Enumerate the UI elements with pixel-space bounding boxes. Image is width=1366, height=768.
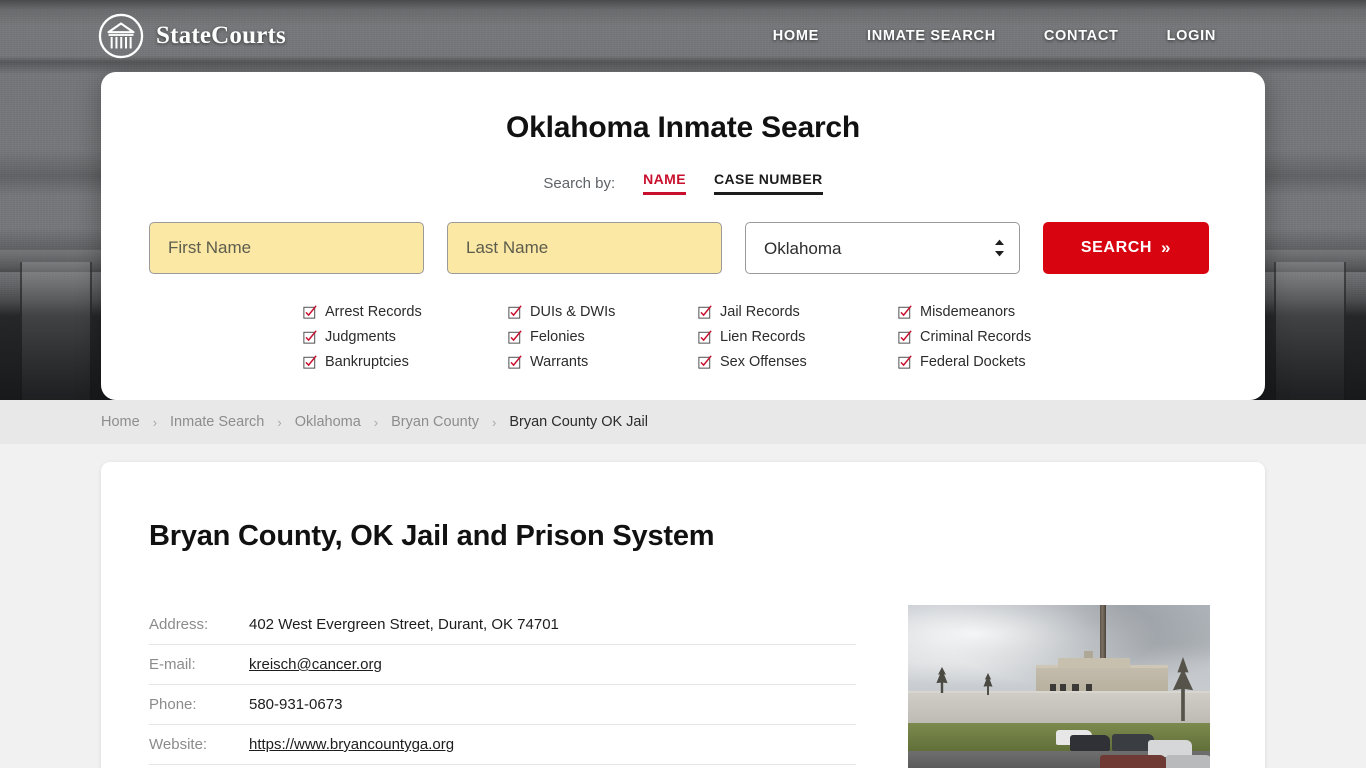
record-type-list: Arrest Records DUIs & DWIs Jail Records … xyxy=(303,304,1063,370)
photo-car xyxy=(1166,755,1210,768)
record-type-label: Jail Records xyxy=(720,304,800,320)
info-label: Website: xyxy=(149,736,208,753)
record-type-label: DUIs & DWIs xyxy=(530,304,616,320)
double-chevron-right-icon: » xyxy=(1161,238,1172,257)
record-type-item[interactable]: Judgments xyxy=(303,329,508,345)
email-link[interactable]: kreisch@cancer.org xyxy=(249,656,382,673)
search-button-label: SEARCH xyxy=(1080,239,1153,256)
state-select[interactable]: Oklahoma xyxy=(745,222,1020,274)
facility-photo xyxy=(908,605,1210,768)
breadcrumb-item-current: Bryan County OK Jail xyxy=(509,414,648,430)
search-by-label: Search by: xyxy=(543,175,616,192)
record-type-item[interactable]: Arrest Records xyxy=(303,304,508,320)
search-form-row: Oklahoma SEARCH » xyxy=(149,222,1217,274)
checkbox-checked-icon xyxy=(898,305,912,319)
tab-name[interactable]: NAME xyxy=(643,171,686,195)
photo-car xyxy=(1100,755,1166,768)
record-type-label: Lien Records xyxy=(720,329,806,345)
checkbox-checked-icon xyxy=(698,330,712,344)
breadcrumb: Home › Inmate Search › Oklahoma › Bryan … xyxy=(101,414,648,430)
record-type-label: Criminal Records xyxy=(920,329,1032,345)
page-title: Bryan County, OK Jail and Prison System xyxy=(149,520,715,552)
table-row: Address: 402 West Evergreen Street, Dura… xyxy=(149,605,856,645)
record-type-item[interactable]: Jail Records xyxy=(698,304,898,320)
brand-name: StateCourts xyxy=(156,22,286,49)
inmate-search-card: Oklahoma Inmate Search Search by: NAME C… xyxy=(101,72,1265,400)
info-label: Address: xyxy=(149,616,209,633)
checkbox-checked-icon xyxy=(698,355,712,369)
record-type-label: Arrest Records xyxy=(325,304,422,320)
record-type-item[interactable]: DUIs & DWIs xyxy=(508,304,698,320)
checkbox-checked-icon xyxy=(898,355,912,369)
tab-case-number[interactable]: CASE NUMBER xyxy=(713,171,823,195)
search-button[interactable]: SEARCH » xyxy=(1043,222,1209,274)
checkbox-checked-icon xyxy=(508,330,522,344)
record-type-label: Warrants xyxy=(530,354,589,370)
nav-item-contact[interactable]: CONTACT xyxy=(1044,28,1119,44)
record-type-label: Felonies xyxy=(530,329,585,345)
breadcrumb-item-inmate-search[interactable]: Inmate Search xyxy=(170,414,264,430)
table-row: Phone: 580-931-0673 xyxy=(149,685,856,725)
record-type-label: Sex Offenses xyxy=(720,354,807,370)
top-navigation-bar: StateCourts HOME INMATE SEARCH CONTACT L… xyxy=(0,0,1366,72)
record-type-item[interactable]: Bankruptcies xyxy=(303,354,508,370)
table-row: Website: https://www.bryancountyga.org xyxy=(149,725,856,765)
record-type-item[interactable]: Felonies xyxy=(508,329,698,345)
info-label: E-mail: xyxy=(149,656,196,673)
brand-logo-link[interactable]: StateCourts xyxy=(98,13,286,59)
info-label: Facebook: xyxy=(149,765,249,768)
info-value-address: 402 West Evergreen Street, Durant, OK 74… xyxy=(249,616,559,633)
record-type-label: Federal Dockets xyxy=(920,354,1026,370)
breadcrumb-item-bryan-county[interactable]: Bryan County xyxy=(391,414,479,430)
table-row: Facebook: https://www.facebook.com/pages… xyxy=(149,765,856,768)
info-value-facebook: https://www.facebook.com/pages/Bryan-Cou… xyxy=(249,765,856,768)
hero-column-decoration xyxy=(1274,262,1346,400)
search-by-tabs: Search by: NAME CASE NUMBER xyxy=(149,171,1217,195)
state-select-wrapper: Oklahoma xyxy=(745,222,1020,274)
record-type-item[interactable]: Federal Dockets xyxy=(898,354,1063,370)
breadcrumb-item-oklahoma[interactable]: Oklahoma xyxy=(295,414,361,430)
info-value-website: https://www.bryancountyga.org xyxy=(249,725,856,765)
record-type-label: Misdemeanors xyxy=(920,304,1016,320)
hero-section: COURTHOUSE StateCourts HOME INMAT xyxy=(0,0,1366,400)
breadcrumb-item-home[interactable]: Home xyxy=(101,414,140,430)
record-type-label: Bankruptcies xyxy=(325,354,409,370)
facility-info-table: Address: 402 West Evergreen Street, Dura… xyxy=(149,605,856,768)
first-name-input[interactable] xyxy=(149,222,424,274)
search-card-title: Oklahoma Inmate Search xyxy=(505,111,861,144)
facility-content-card: Bryan County, OK Jail and Prison System … xyxy=(101,462,1265,768)
record-type-item[interactable]: Criminal Records xyxy=(898,329,1063,345)
checkbox-checked-icon xyxy=(303,355,317,369)
record-type-item[interactable]: Warrants xyxy=(508,354,698,370)
nav-item-inmate-search[interactable]: INMATE SEARCH xyxy=(867,28,996,44)
hero-column-decoration xyxy=(20,262,92,400)
table-row: E-mail: kreisch@cancer.org xyxy=(149,645,856,685)
courthouse-icon xyxy=(98,13,144,59)
last-name-input[interactable] xyxy=(447,222,722,274)
checkbox-checked-icon xyxy=(508,305,522,319)
checkbox-checked-icon xyxy=(698,305,712,319)
breadcrumb-bar: Home › Inmate Search › Oklahoma › Bryan … xyxy=(0,400,1366,444)
record-type-item[interactable]: Misdemeanors xyxy=(898,304,1063,320)
chevron-right-icon: › xyxy=(152,414,158,430)
nav-item-home[interactable]: HOME xyxy=(773,28,819,44)
checkbox-checked-icon xyxy=(898,330,912,344)
facility-details: Address: 402 West Evergreen Street, Dura… xyxy=(149,605,1217,768)
checkbox-checked-icon xyxy=(303,305,317,319)
chevron-right-icon: › xyxy=(491,414,497,430)
info-value-email: kreisch@cancer.org xyxy=(249,645,856,685)
nav-item-login[interactable]: LOGIN xyxy=(1167,28,1216,44)
record-type-label: Judgments xyxy=(325,329,396,345)
record-type-item[interactable]: Lien Records xyxy=(698,329,898,345)
chevron-right-icon: › xyxy=(277,414,282,430)
main-nav: HOME INMATE SEARCH CONTACT LOGIN xyxy=(773,28,1216,44)
record-type-item[interactable]: Sex Offenses xyxy=(698,354,898,370)
photo-car xyxy=(1070,735,1110,751)
chevron-right-icon: › xyxy=(373,414,379,430)
checkbox-checked-icon xyxy=(508,355,522,369)
checkbox-checked-icon xyxy=(303,330,317,344)
info-label: Phone: xyxy=(149,696,197,713)
website-link[interactable]: https://www.bryancountyga.org xyxy=(249,736,454,753)
info-value-phone: 580-931-0673 xyxy=(249,696,343,713)
